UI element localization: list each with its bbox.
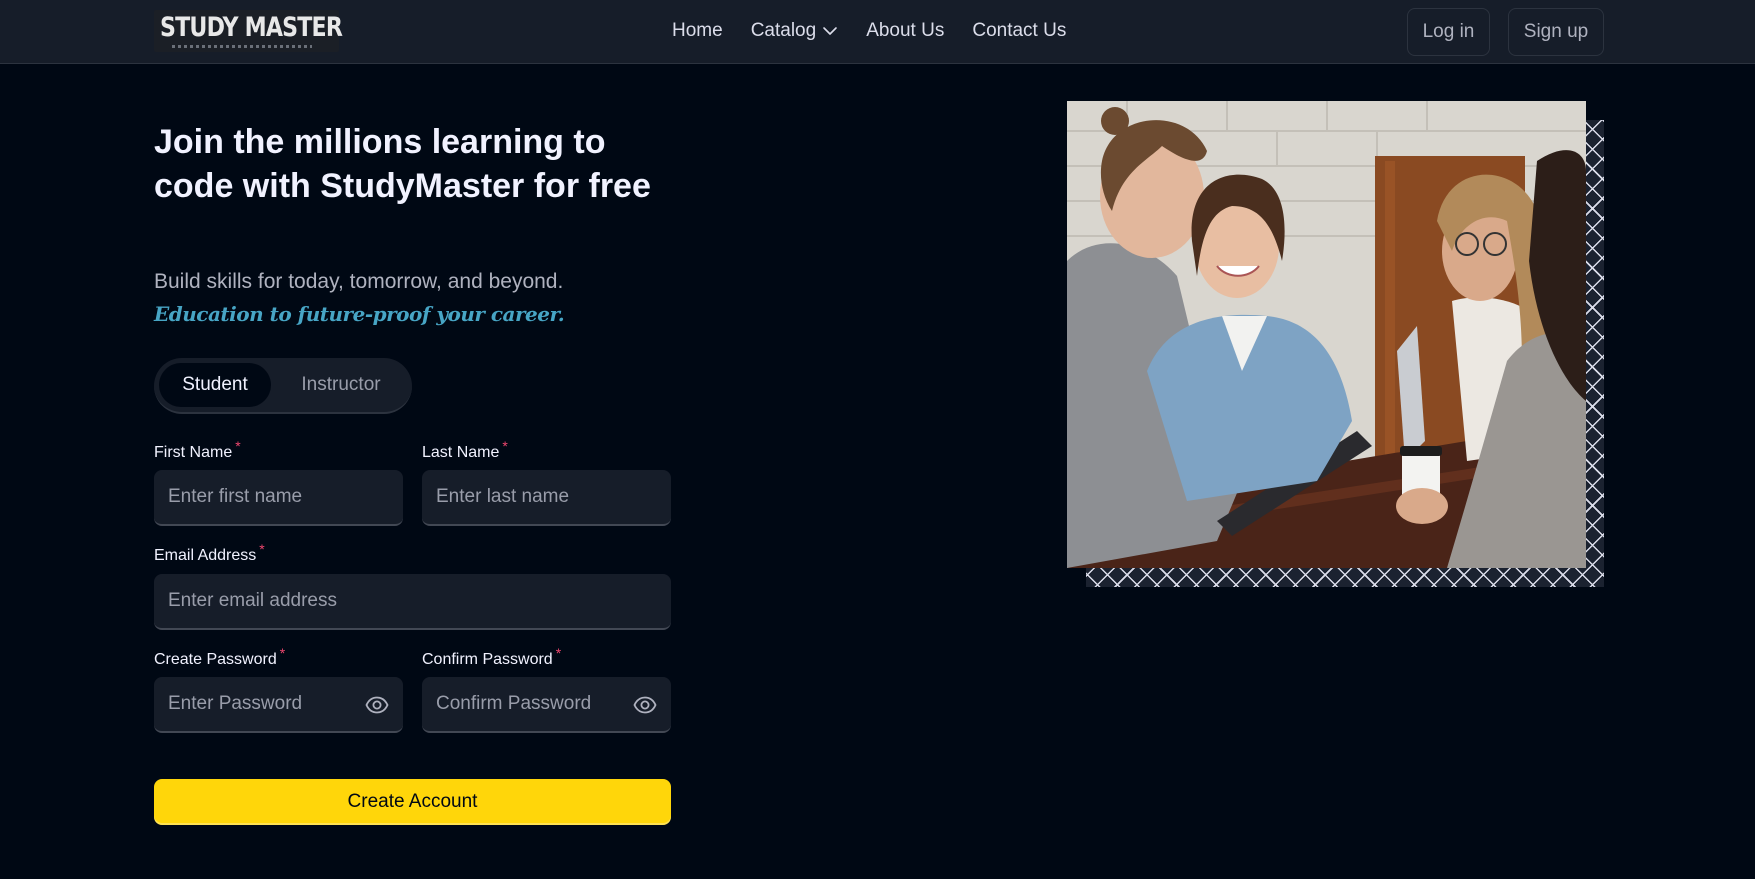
required-mark: *	[259, 541, 265, 557]
role-toggle: Student Instructor	[154, 358, 412, 414]
nav-link-catalog-label: Catalog	[750, 20, 817, 41]
logo-text: STUDY MASTER	[160, 12, 343, 43]
first-name-label: First Name *	[154, 438, 241, 462]
first-name-label-text: First Name	[154, 444, 233, 461]
last-name-label-text: Last Name	[422, 444, 500, 461]
confirm-password-label-text: Confirm Password	[422, 651, 553, 668]
hero-photo	[1067, 101, 1586, 568]
email-label: Email Address *	[154, 541, 265, 565]
login-button[interactable]: Log in	[1407, 8, 1490, 56]
nav-link-contact[interactable]: Contact Us	[972, 20, 1066, 42]
nav-link-about[interactable]: About Us	[866, 20, 944, 42]
page-subtitle: Build skills for today, tomorrow, and be…	[154, 270, 564, 293]
logo-underline	[172, 45, 312, 48]
students-illustration	[1067, 101, 1586, 568]
email-input[interactable]: Enter email address	[154, 574, 671, 630]
study-master-logo[interactable]: STUDY MASTER	[154, 10, 343, 52]
required-mark: *	[235, 438, 241, 454]
last-name-label: Last Name *	[422, 438, 508, 462]
nav-links: Home Catalog About Us Contact Us	[672, 20, 1066, 42]
confirm-password-label: Confirm Password *	[422, 645, 561, 669]
nav-link-home[interactable]: Home	[672, 20, 723, 42]
create-password-input[interactable]: Enter Password	[154, 677, 403, 733]
confirm-password-placeholder: Confirm Password	[436, 693, 592, 714]
required-mark: *	[279, 645, 286, 661]
email-label-text: Email Address	[154, 547, 257, 564]
required-mark: *	[555, 645, 562, 661]
tagline: Education to future-proof your career.	[154, 302, 565, 326]
create-password-placeholder: Enter Password	[168, 693, 303, 714]
nav-link-catalog[interactable]: Catalog	[751, 20, 839, 42]
toggle-instructor[interactable]: Instructor	[277, 363, 405, 407]
required-mark: *	[502, 438, 508, 454]
first-name-input[interactable]: Enter first name	[154, 470, 403, 526]
eye-icon[interactable]	[633, 693, 657, 717]
signup-button[interactable]: Sign up	[1508, 8, 1604, 56]
navbar: STUDY MASTER Home Catalog About Us Conta…	[0, 0, 1755, 64]
create-password-label: Create Password *	[154, 645, 285, 669]
eye-icon[interactable]	[365, 693, 389, 717]
page-title: Join the millions learning to code with …	[154, 123, 651, 205]
create-password-label-text: Create Password	[154, 651, 277, 668]
create-account-button[interactable]: Create Account	[154, 779, 671, 825]
chevron-down-icon	[823, 27, 837, 35]
confirm-password-input[interactable]: Confirm Password	[422, 677, 671, 733]
last-name-input[interactable]: Enter last name	[422, 470, 671, 526]
toggle-student[interactable]: Student	[159, 363, 271, 407]
